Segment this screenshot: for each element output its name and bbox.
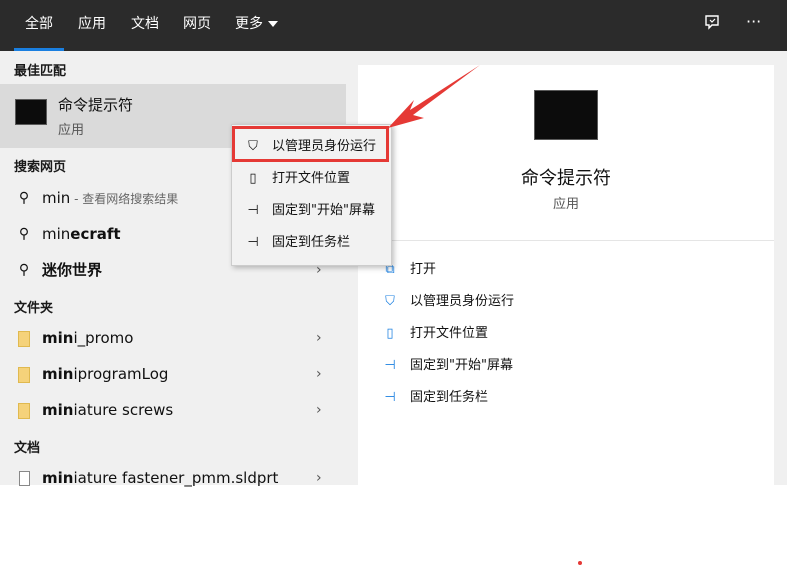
- section-web: 搜索网页: [14, 160, 67, 175]
- cmd-large-icon: [534, 90, 598, 140]
- file-location-icon: ▯: [386, 326, 394, 341]
- best-match-title: 命令提示符: [58, 96, 134, 114]
- document-item[interactable]: miniature fastener_pmm.sldprt ›: [14, 466, 334, 490]
- folder-item-miniprogramlog[interactable]: miniprogramLog ›: [14, 362, 334, 386]
- folder-icon: [18, 367, 30, 383]
- tab-all[interactable]: 全部: [14, 0, 64, 51]
- folder-item-miniature-screws[interactable]: miniature screws ›: [14, 398, 334, 422]
- pin-icon: ⊣: [384, 390, 396, 405]
- red-dot: [578, 561, 582, 565]
- section-folders: 文件夹: [14, 301, 54, 316]
- folder-item-mini-promo[interactable]: mini_promo ›: [14, 326, 334, 350]
- cmd-icon: [15, 99, 47, 125]
- feedback-icon[interactable]: [703, 14, 721, 36]
- search-icon: ⚲: [18, 262, 30, 278]
- pin-icon: ⊣: [247, 235, 259, 250]
- folder-icon: [18, 331, 30, 347]
- highlight-box: [232, 126, 389, 162]
- context-pin-to-start[interactable]: ⊣ 固定到"开始"屏幕: [232, 197, 391, 225]
- tab-web[interactable]: 网页: [183, 0, 211, 51]
- section-documents: 文档: [14, 441, 41, 456]
- search-icon: ⚲: [18, 190, 30, 206]
- more-options-icon[interactable]: ···: [746, 12, 761, 31]
- search-header: 全部 应用 文档 网页 更多 ···: [0, 0, 787, 51]
- chevron-right-icon[interactable]: ›: [316, 326, 322, 350]
- preview-subtitle: 应用: [552, 197, 579, 212]
- document-icon: [18, 471, 30, 486]
- tab-documents[interactable]: 文档: [131, 0, 159, 51]
- tab-apps[interactable]: 应用: [78, 0, 106, 51]
- preview-title: 命令提示符: [521, 168, 611, 189]
- file-location-icon: ▯: [249, 171, 257, 186]
- tab-more[interactable]: 更多: [235, 0, 278, 51]
- folder-icon: [18, 403, 30, 419]
- chevron-down-icon: [268, 21, 278, 27]
- context-open-file-location[interactable]: ▯ 打开文件位置: [232, 165, 391, 193]
- search-icon: ⚲: [18, 226, 30, 242]
- chevron-right-icon[interactable]: ›: [316, 466, 322, 490]
- section-best-match: 最佳匹配: [14, 64, 67, 79]
- preview-divider: [381, 240, 774, 241]
- pin-icon: ⊣: [247, 203, 259, 218]
- best-match-subtitle: 应用: [58, 123, 85, 138]
- context-pin-to-taskbar[interactable]: ⊣ 固定到任务栏: [232, 229, 391, 257]
- pin-icon: ⊣: [384, 358, 396, 373]
- shield-icon: ⛉: [385, 294, 395, 309]
- chevron-right-icon[interactable]: ›: [316, 362, 322, 386]
- annotation-arrow-icon: [388, 65, 480, 128]
- chevron-right-icon[interactable]: ›: [316, 398, 322, 422]
